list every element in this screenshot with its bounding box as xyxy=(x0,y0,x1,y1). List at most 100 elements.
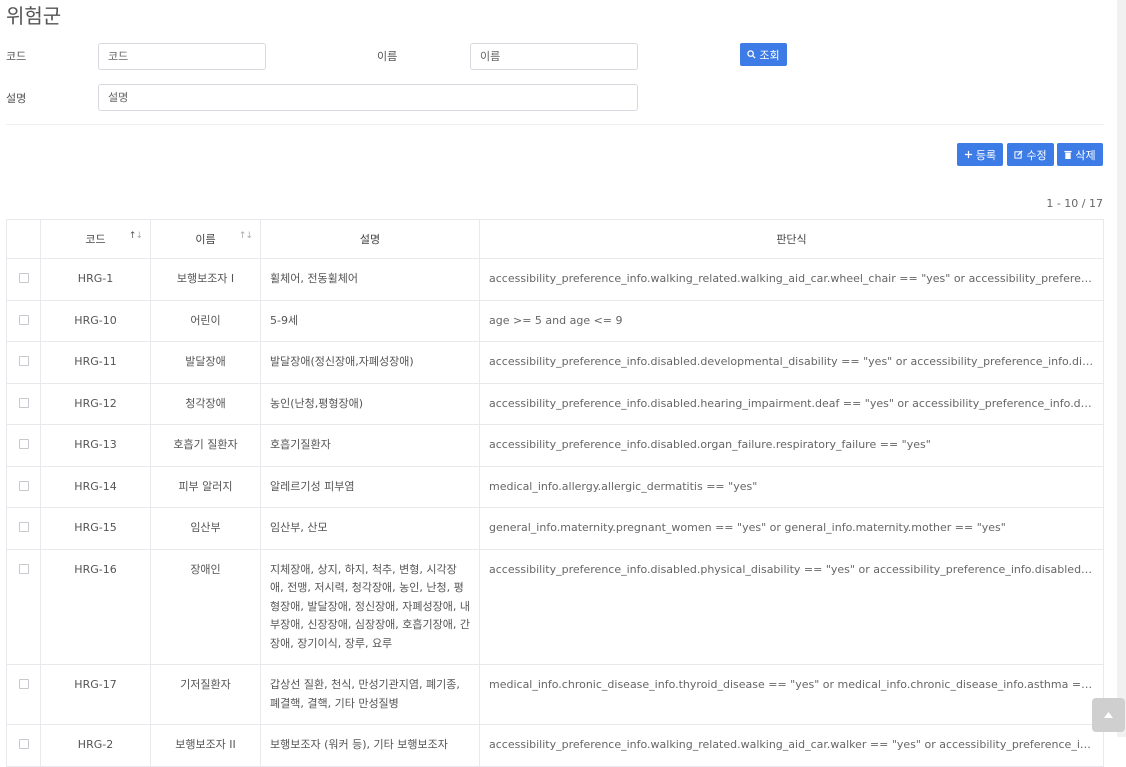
page-scrollbar[interactable] xyxy=(1117,0,1126,737)
page-title: 위험군 xyxy=(6,4,62,28)
cell-name: 청각장애 xyxy=(150,382,261,425)
row-checkbox[interactable] xyxy=(6,465,41,508)
plus-icon xyxy=(964,150,972,159)
cell-code: HRG-16 xyxy=(40,548,151,665)
cell-name: 발달장애 xyxy=(150,341,261,384)
register-button-label: 등록 xyxy=(975,148,997,162)
table-row[interactable]: HRG-11 발달장애 발달장애(정신장애,자폐성장애) accessibility_… xyxy=(6,341,1104,384)
edit-button[interactable]: 수정 xyxy=(1007,143,1054,166)
edit-button-label: 수정 xyxy=(1026,148,1047,162)
cell-formula: medical_info.allergy.allergic_dermatitis… xyxy=(479,465,1104,508)
pagination-range: 1 - 10 / 17 xyxy=(1046,197,1103,210)
cell-code: HRG-1 xyxy=(40,258,151,301)
name-label: 이름 xyxy=(377,50,398,63)
cell-desc: 지체장애, 상지, 하지, 척추, 변형, 시각장애, 전맹, 저시력, 청각장… xyxy=(260,548,480,665)
cell-formula: accessibility_preference_info.disabled.h… xyxy=(479,382,1104,425)
header-desc: 설명 xyxy=(260,219,480,259)
cell-formula: general_info.maternity.pregnant_women ==… xyxy=(479,507,1104,550)
checkbox[interactable] xyxy=(18,273,29,283)
cell-formula: accessibility_preference_info.disabled.d… xyxy=(479,341,1104,384)
checkbox[interactable] xyxy=(18,439,29,449)
delete-button-label: 삭제 xyxy=(1075,148,1096,162)
desc-input[interactable]: 설명 xyxy=(98,84,638,111)
row-checkbox[interactable] xyxy=(6,382,41,425)
table-row[interactable]: HRG-15 임산부 임산부, 산모 general_info.maternity.p… xyxy=(6,507,1104,550)
row-checkbox[interactable] xyxy=(6,548,41,665)
cell-formula: age >= 5 and age <= 9 xyxy=(479,299,1104,342)
checkbox[interactable] xyxy=(18,679,29,689)
checkbox[interactable] xyxy=(18,563,29,574)
cell-name: 장애인 xyxy=(150,548,261,665)
header-formula: 판단식 xyxy=(479,219,1104,259)
search-button-label: 조회 xyxy=(759,48,780,62)
cell-formula: accessibility_preference_info.walking_re… xyxy=(479,258,1104,301)
cell-desc: 보행보조자 (워커 등), 기타 보행보조자 xyxy=(260,724,480,767)
row-checkbox[interactable] xyxy=(6,664,41,725)
cell-desc: 휠체어, 전동휠체어 xyxy=(260,258,480,301)
sort-icon[interactable]: ↑↓ xyxy=(239,231,253,241)
cell-desc: 농인(난청,평형장애) xyxy=(260,382,480,425)
cell-name: 임산부 xyxy=(150,507,261,550)
sort-asc-icon[interactable]: ↑↓ xyxy=(129,231,143,241)
scroll-to-top-button[interactable] xyxy=(1092,698,1125,732)
code-input[interactable]: 코드 xyxy=(98,43,266,70)
table-row[interactable]: HRG-10 어린이 5-9세 age >= 5 and age <= 9 xyxy=(6,299,1104,342)
code-label: 코드 xyxy=(6,50,27,63)
cell-code: HRG-2 xyxy=(40,724,151,767)
cell-desc: 5-9세 xyxy=(260,299,480,342)
chevron-up-icon xyxy=(1104,712,1113,718)
cell-desc: 알레르기성 피부염 xyxy=(260,465,480,508)
row-checkbox[interactable] xyxy=(6,507,41,550)
cell-name: 보행보조자 I xyxy=(150,258,261,301)
header-checkbox-cell xyxy=(6,219,41,259)
cell-desc: 갑상선 질환, 천식, 만성기관지염, 폐기종, 폐결핵, 결핵, 기타 만성질… xyxy=(260,664,480,725)
name-input[interactable]: 이름 xyxy=(470,43,638,70)
table-row[interactable]: HRG-12 청각장애 농인(난청,평형장애) accessibility_prefe… xyxy=(6,382,1104,425)
cell-formula: medical_info.chronic_disease_info.thyroi… xyxy=(479,664,1104,725)
register-button[interactable]: 등록 xyxy=(957,143,1003,166)
checkbox[interactable] xyxy=(18,356,29,366)
table-row[interactable]: HRG-13 호흡기 질환자 호흡기질환자 accessibility_prefere… xyxy=(6,424,1104,467)
row-checkbox[interactable] xyxy=(6,299,41,342)
trash-icon xyxy=(1064,150,1072,159)
checkbox[interactable] xyxy=(18,480,29,491)
cell-name: 어린이 xyxy=(150,299,261,342)
header-name[interactable]: 이름 ↑↓ xyxy=(150,219,261,259)
cell-code: HRG-15 xyxy=(40,507,151,550)
search-icon xyxy=(747,50,756,59)
row-checkbox[interactable] xyxy=(6,724,41,767)
row-checkbox[interactable] xyxy=(6,341,41,384)
cell-code: HRG-13 xyxy=(40,424,151,467)
divider xyxy=(6,124,1104,125)
cell-desc: 발달장애(정신장애,자폐성장애) xyxy=(260,341,480,384)
cell-formula: accessibility_preference_info.walking_re… xyxy=(479,724,1104,767)
cell-code: HRG-11 xyxy=(40,341,151,384)
cell-code: HRG-10 xyxy=(40,299,151,342)
cell-formula: accessibility_preference_info.disabled.o… xyxy=(479,424,1104,467)
cell-name: 호흡기 질환자 xyxy=(150,424,261,467)
table-row[interactable]: HRG-16 장애인 지체장애, 상지, 하지, 척추, 변형, 시각장애, 전맹,… xyxy=(6,548,1104,665)
table-row[interactable]: HRG-14 피부 알러지 알레르기성 피부염 medical_info.allerg… xyxy=(6,465,1104,508)
checkbox[interactable] xyxy=(18,397,29,408)
desc-label: 설명 xyxy=(6,92,27,105)
cell-code: HRG-17 xyxy=(40,664,151,725)
header-code[interactable]: 코드 ↑↓ xyxy=(40,219,151,259)
cell-name: 피부 알러지 xyxy=(150,465,261,508)
row-checkbox[interactable] xyxy=(6,258,41,301)
cell-code: HRG-12 xyxy=(40,382,151,425)
table-row[interactable]: HRG-17 기저질환자 갑상선 질환, 천식, 만성기관지염, 폐기종, 폐결핵,… xyxy=(6,664,1104,725)
checkbox[interactable] xyxy=(18,739,29,749)
edit-icon xyxy=(1014,150,1023,159)
table-row[interactable]: HRG-1 보행보조자 I 휠체어, 전동휠체어 accessibility_pref… xyxy=(6,258,1104,301)
table-row[interactable]: HRG-2 보행보조자 II 보행보조자 (워커 등), 기타 보행보조자 acces… xyxy=(6,724,1104,767)
checkbox[interactable] xyxy=(18,314,29,325)
table-header-row: 코드 ↑↓ 이름 ↑↓ 설명 판단식 xyxy=(6,219,1104,259)
checkbox[interactable] xyxy=(18,522,29,532)
cell-desc: 호흡기질환자 xyxy=(260,424,480,467)
row-checkbox[interactable] xyxy=(6,424,41,467)
cell-formula: accessibility_preference_info.disabled.p… xyxy=(479,548,1104,665)
search-button[interactable]: 조회 xyxy=(740,43,787,66)
cell-name: 기저질환자 xyxy=(150,664,261,725)
cell-name: 보행보조자 II xyxy=(150,724,261,767)
delete-button[interactable]: 삭제 xyxy=(1057,143,1103,166)
